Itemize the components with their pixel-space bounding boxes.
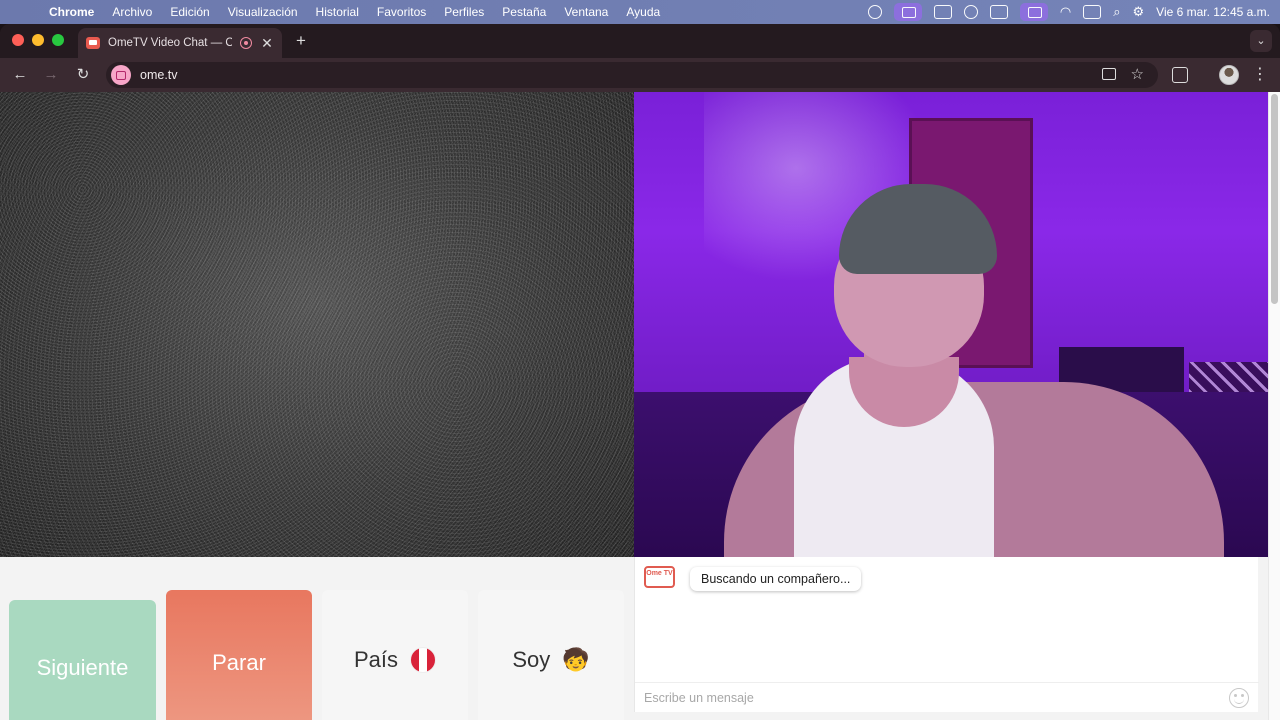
keyboard-icon[interactable] [933,5,952,19]
tab-title: OmeTV Video Chat — Om [108,37,232,49]
address-bar[interactable]: ome.tv ☆ [106,62,1158,88]
next-button[interactable]: Siguiente [9,600,156,720]
chat-input-area [635,682,1259,712]
peru-flag-icon [410,647,437,673]
menubar-clock[interactable]: Vie 6 mar. 12:45 a.m. [1156,5,1270,19]
menu-visualizacion[interactable]: Visualización [219,5,307,19]
menubar-status-area: ◠ ⌕ ⚙ Vie 6 mar. 12:45 a.m. [867,0,1270,24]
page-scrollbar[interactable] [1268,92,1280,720]
menu-app-chrome[interactable]: Chrome [40,5,103,19]
browser-toolbar: ← → ↻ ome.tv ☆ ⋮ [0,58,1280,92]
profile-avatar[interactable] [1219,65,1239,85]
globe-icon[interactable] [867,5,882,19]
tab-search-button[interactable]: ⌄ [1250,30,1272,52]
back-arrow-icon[interactable]: ← [8,63,32,87]
play-icon[interactable] [963,5,978,19]
emoji-picker-icon[interactable] [1229,688,1249,708]
stop-button[interactable]: Parar [166,590,312,720]
country-selector-button[interactable]: País [322,590,468,720]
stop-button-label: Parar [212,650,266,675]
tab-ometv[interactable]: OmeTV Video Chat — Om ✕ [78,28,282,58]
extensions-icon[interactable] [1172,67,1188,83]
window-fullscreen-button[interactable] [52,34,64,46]
battery-icon[interactable] [1083,5,1102,19]
partner-video [634,92,1268,557]
recording-indicator-icon [240,37,252,49]
site-info-icon[interactable] [111,65,131,85]
display-icon[interactable] [989,5,1008,19]
soy-button-label: Soy [512,647,551,672]
menu-ventana[interactable]: Ventana [555,5,617,19]
browser-window: OmeTV Video Chat — Om ✕ + ⌄ ← → ↻ ome.tv… [0,24,1280,720]
own-camera-video [0,92,634,557]
menu-ayuda[interactable]: Ayuda [617,5,669,19]
menu-historial[interactable]: Historial [307,5,368,19]
country-button-label: País [353,647,399,672]
window-close-button[interactable] [12,34,24,46]
menu-favoritos[interactable]: Favoritos [368,5,435,19]
window-minimize-button[interactable] [32,34,44,46]
chat-message-input[interactable] [644,689,1214,707]
video-person [634,92,1268,557]
ometv-page: Siguiente Parar País Soy 🧒 Ome TV Buscan… [0,92,1280,720]
new-tab-button[interactable]: + [290,30,312,52]
bookmark-star-icon[interactable]: ☆ [1131,65,1144,83]
wifi-icon[interactable]: ◠ [1060,4,1071,20]
gender-selector-button[interactable]: Soy 🧒 [478,590,624,720]
ometv-logo: Ome TV [644,566,675,588]
more-menu-icon[interactable]: ⋮ [1252,63,1268,87]
reload-icon[interactable]: ↻ [71,63,95,87]
address-url[interactable]: ome.tv [140,68,178,82]
cast-icon[interactable] [1102,68,1116,80]
forward-arrow-icon[interactable]: → [39,63,63,87]
scrollbar-thumb[interactable] [1271,94,1278,304]
tab-close-icon[interactable]: ✕ [260,35,274,52]
person-cap [839,184,997,274]
menu-edicion[interactable]: Edición [161,5,218,19]
chat-panel: Ome TV Buscando un compañero... [634,557,1259,712]
chat-status-message: Buscando un compañero... [690,567,862,591]
tab-bar: OmeTV Video Chat — Om ✕ + ⌄ [0,24,1280,58]
menu-pestana[interactable]: Pestaña [493,5,555,19]
next-button-label: Siguiente [36,655,129,680]
control-center-icon[interactable]: ⚙ [1133,4,1145,20]
macos-menubar: Chrome Archivo Edición Visualización His… [0,0,1280,24]
spotlight-search-icon[interactable]: ⌕ [1113,4,1120,20]
menu-archivo[interactable]: Archivo [103,5,161,19]
screen-mirroring-icon[interactable] [1019,3,1048,21]
ometv-favicon-icon [86,37,100,49]
screen-share-icon[interactable] [893,3,922,21]
menu-perfiles[interactable]: Perfiles [435,5,493,19]
boy-avatar-icon: 🧒 [562,647,590,672]
